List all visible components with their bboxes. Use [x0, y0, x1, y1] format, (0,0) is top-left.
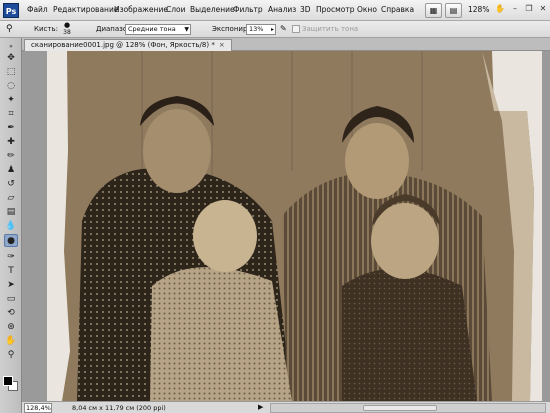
launch-bridge-button[interactable]: ▦: [425, 3, 442, 18]
lasso-tool-icon[interactable]: ◌: [4, 80, 18, 93]
foreground-color-swatch[interactable]: [3, 376, 13, 386]
hand-tool-icon[interactable]: ✋: [495, 4, 505, 14]
healing-brush-tool-icon[interactable]: ✚: [4, 136, 18, 149]
chevron-down-icon: ▼: [184, 26, 189, 33]
menu-file[interactable]: Файл: [27, 5, 48, 14]
menu-help[interactable]: Справка: [381, 5, 414, 14]
status-menu-arrow-icon[interactable]: ▶: [258, 403, 263, 411]
brush-tool-icon[interactable]: ✏: [4, 150, 18, 163]
shape-tool-icon[interactable]: ▭: [4, 293, 18, 306]
range-select[interactable]: Средние тона ▼: [125, 24, 191, 35]
bridge-icon: ▦: [429, 6, 438, 15]
brush-dot-icon: ●: [63, 21, 71, 29]
menu-analysis[interactable]: Анализ: [268, 5, 296, 14]
zoom-tool-icon[interactable]: ⚲: [4, 349, 18, 362]
eyedropper-tool-icon[interactable]: ✒: [4, 122, 18, 135]
menu-select[interactable]: Выделение: [190, 5, 235, 14]
menu-bar: Ps Файл Редактирование Изображение Слои …: [0, 0, 550, 21]
brush-size-value: 38: [63, 29, 71, 36]
scrollbar-thumb[interactable]: [363, 405, 437, 411]
menu-filter[interactable]: Фильтр: [233, 5, 263, 14]
photo-image: [22, 51, 550, 401]
marquee-tool-icon[interactable]: ⬚: [4, 66, 18, 79]
menu-3d[interactable]: 3D: [300, 5, 311, 14]
arrange-documents-button[interactable]: ▤: [445, 3, 462, 18]
pen-tool-icon[interactable]: ✑: [4, 251, 18, 264]
chevron-right-icon: ▸: [270, 26, 274, 33]
brush-picker[interactable]: ● 38: [58, 22, 76, 37]
clone-stamp-tool-icon[interactable]: ♟: [4, 164, 18, 177]
hand-tool-icon[interactable]: ✋: [4, 335, 18, 348]
tools-panel: » ✥ ⬚ ◌ ✦ ⌗ ✒ ✚ ✏ ♟ ↺ ▱ ▤ 💧 ● ✑ T ➤ ▭ ⟲ …: [0, 38, 22, 413]
status-bar: 128,4% 8,04 см x 11,79 см (200 ppi) ▶: [22, 401, 550, 413]
airbrush-icon[interactable]: ✎: [280, 24, 287, 33]
menu-layers[interactable]: Слои: [166, 5, 186, 14]
document-size-info: 8,04 см x 11,79 см (200 ppi): [72, 404, 166, 412]
type-tool-icon[interactable]: T: [4, 265, 18, 278]
document-tab-bar: сканирование0001.jpg @ 128% (Фон, Яркост…: [22, 38, 550, 51]
exposure-value: 13%: [249, 25, 264, 33]
eraser-tool-icon[interactable]: ▱: [4, 192, 18, 205]
protect-tones-checkbox[interactable]: [292, 25, 300, 33]
history-brush-tool-icon[interactable]: ↺: [4, 178, 18, 191]
3d-orbit-tool-icon[interactable]: ⊛: [4, 321, 18, 334]
exposure-input[interactable]: 13% ▸: [246, 24, 276, 35]
menu-view[interactable]: Просмотр: [316, 5, 355, 14]
protect-tones-label: Защитить тона: [302, 25, 359, 33]
horizontal-scrollbar[interactable]: [270, 403, 546, 413]
close-tab-icon[interactable]: ×: [219, 41, 225, 49]
gradient-tool-icon[interactable]: ▤: [4, 206, 18, 219]
path-selection-tool-icon[interactable]: ➤: [4, 279, 18, 292]
dodge-tool-preset-icon[interactable]: ⚲: [6, 24, 13, 34]
close-icon[interactable]: ✕: [538, 4, 548, 14]
3d-rotate-tool-icon[interactable]: ⟲: [4, 307, 18, 320]
range-select-value: Средние тона: [128, 25, 176, 33]
menu-image[interactable]: Изображение: [114, 5, 168, 14]
quick-selection-tool-icon[interactable]: ✦: [4, 94, 18, 107]
crop-tool-icon[interactable]: ⌗: [4, 108, 18, 121]
blur-tool-icon[interactable]: 💧: [4, 220, 18, 233]
brush-label: Кисть:: [34, 25, 58, 33]
minimize-icon[interactable]: –: [510, 4, 520, 14]
menu-edit[interactable]: Редактирование: [53, 5, 118, 14]
move-tool-icon[interactable]: ✥: [4, 52, 18, 65]
zoom-level-readout[interactable]: 128%: [468, 5, 489, 14]
document-tab-title: сканирование0001.jpg @ 128% (Фон, Яркост…: [31, 41, 215, 49]
document-canvas[interactable]: [22, 51, 550, 401]
grid-icon: ▤: [449, 6, 458, 15]
photoshop-logo: Ps: [3, 3, 19, 18]
options-bar: ⚲ Кисть: ● 38 Диапазон: Средние тона ▼ Э…: [0, 21, 550, 38]
menu-window[interactable]: Окно: [357, 5, 377, 14]
document-tab[interactable]: сканирование0001.jpg @ 128% (Фон, Яркост…: [24, 39, 232, 51]
dodge-tool-icon[interactable]: ●: [4, 234, 18, 247]
restore-icon[interactable]: ❐: [524, 4, 534, 14]
status-zoom-field[interactable]: 128,4%: [24, 403, 52, 413]
